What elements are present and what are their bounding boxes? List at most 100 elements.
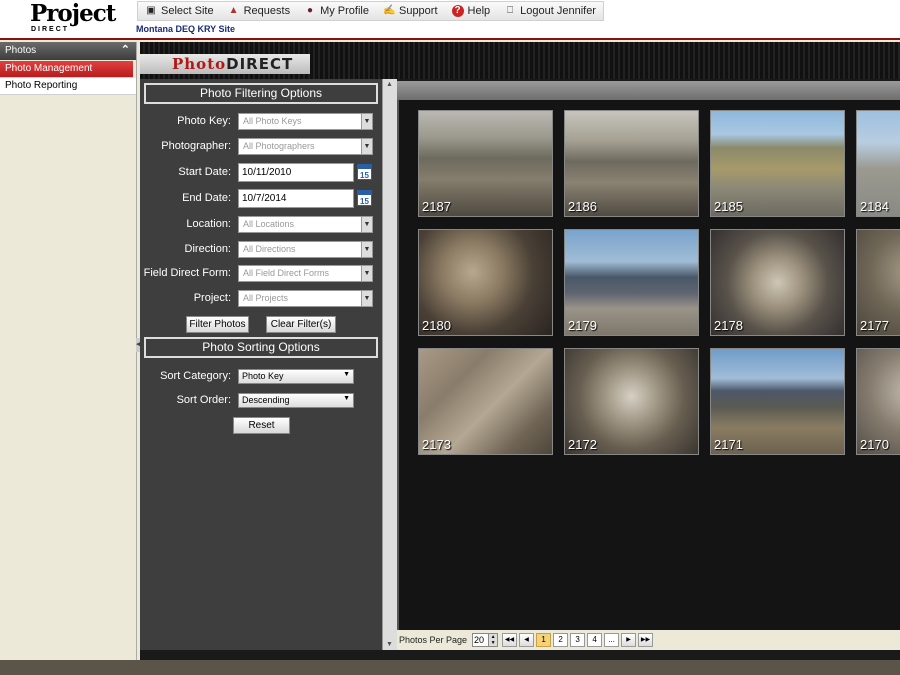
clear-filters-button[interactable]: Clear Filter(s)	[266, 316, 336, 333]
banner-photo-text: Photo	[172, 55, 227, 73]
scroll-down-icon[interactable]: ▼	[386, 641, 393, 648]
user-icon: ●	[307, 5, 314, 16]
last-page-button[interactable]: ▶▶	[638, 633, 654, 647]
next-page-button[interactable]: ▶	[621, 633, 637, 647]
location-label: Location:	[186, 218, 231, 230]
sort-category-label: Sort Category:	[160, 370, 231, 382]
support-icon: ✍	[382, 5, 396, 16]
sort-category-value: Photo Key	[242, 371, 284, 381]
location-select[interactable]: All Locations ▼	[238, 216, 373, 233]
dropdown-arrow-icon[interactable]: ▼	[361, 217, 372, 232]
photo-number: 2171	[714, 437, 743, 452]
photo-thumbnail[interactable]: 2184	[856, 110, 900, 217]
chevron-up-icon[interactable]: ⌃	[121, 43, 130, 56]
photo-key-select[interactable]: All Photo Keys ▼	[238, 113, 373, 130]
filter-photos-button[interactable]: Filter Photos	[186, 316, 249, 333]
sorting-section-title: Photo Sorting Options	[144, 337, 378, 358]
photo-thumbnail[interactable]: 2179	[564, 229, 699, 336]
page-button-more[interactable]: ...	[604, 633, 620, 647]
page-button-2[interactable]: 2	[553, 633, 569, 647]
direction-value: All Directions	[243, 244, 296, 254]
sidebar-item-photo-reporting[interactable]: Photo Reporting	[0, 78, 136, 95]
photographer-label: Photographer:	[161, 140, 231, 152]
prev-page-button[interactable]: ◀	[519, 633, 535, 647]
photo-thumbnail[interactable]: 2172	[564, 348, 699, 455]
page-button-3[interactable]: 3	[570, 633, 586, 647]
photo-number: 2185	[714, 199, 743, 214]
photo-thumbnail[interactable]: 2187	[418, 110, 553, 217]
project-value: All Projects	[243, 293, 289, 303]
calendar-icon[interactable]: 15	[357, 164, 372, 180]
photo-number: 2179	[568, 318, 597, 333]
banner-direct-text: DIRECT	[226, 55, 294, 73]
nav-logout-label: Logout Jennifer	[520, 5, 596, 17]
photo-thumbnail[interactable]: 2178	[710, 229, 845, 336]
photos-per-page-label: Photos Per Page	[399, 635, 468, 645]
photo-number: 2178	[714, 318, 743, 333]
location-value: All Locations	[243, 219, 295, 229]
field-direct-form-select[interactable]: All Field Direct Forms ▼	[238, 265, 373, 282]
footer-strip	[0, 660, 900, 675]
field-direct-form-value: All Field Direct Forms	[243, 268, 330, 278]
dropdown-arrow-icon[interactable]: ▼	[361, 114, 372, 129]
logo-top-text: Project	[30, 0, 116, 27]
pager: Photos Per Page 20 ▲ ▼ ◀◀ ◀ 1 2 3 4 ... ▶…	[397, 630, 900, 650]
start-date-label: Start Date:	[178, 166, 231, 178]
dropdown-arrow-icon[interactable]: ▼	[361, 266, 372, 281]
page-button-1[interactable]: 1	[536, 633, 552, 647]
nav-select-site[interactable]: ▣ Select Site	[138, 2, 221, 20]
dropdown-arrow-icon[interactable]: ▼	[343, 395, 350, 402]
left-sidebar: Photos ⌃ Photo Management Photo Reportin…	[0, 42, 137, 660]
first-page-button[interactable]: ◀◀	[502, 633, 518, 647]
calendar-icon[interactable]: 15	[357, 190, 372, 206]
sort-order-select[interactable]: Descending ▼	[238, 393, 354, 408]
spinner-icon[interactable]: ▲ ▼	[489, 633, 499, 647]
nav-logout[interactable]: ⎕ Logout Jennifer	[497, 2, 603, 20]
logo-bottom-text: DIRECT	[31, 26, 70, 33]
project-label: Project:	[193, 292, 231, 304]
dropdown-arrow-icon[interactable]: ▼	[361, 291, 372, 306]
nav-support-label: Support	[398, 5, 438, 17]
photo-thumbnail[interactable]: 2177	[856, 229, 900, 336]
sort-category-select[interactable]: Photo Key ▼	[238, 369, 354, 384]
app-header: Project DIRECT ▣ Select Site ▲ Requests …	[0, 0, 900, 40]
photo-thumbnail[interactable]: 2173	[418, 348, 553, 455]
project-select[interactable]: All Projects ▼	[238, 290, 373, 307]
nav-support[interactable]: ✍ Support	[376, 2, 445, 20]
nav-requests[interactable]: ▲ Requests	[221, 2, 297, 20]
page-button-4[interactable]: 4	[587, 633, 603, 647]
sidebar-item-photo-management[interactable]: Photo Management	[0, 61, 133, 78]
start-date-input[interactable]: 10/11/2010	[238, 163, 354, 182]
photo-number: 2184	[860, 199, 889, 214]
direction-select[interactable]: All Directions ▼	[238, 241, 373, 258]
photo-thumbnail[interactable]: 2170	[856, 348, 900, 455]
photos-per-page-input[interactable]: 20	[472, 633, 490, 647]
filter-section-title: Photo Filtering Options	[144, 83, 378, 104]
reset-button[interactable]: Reset	[233, 417, 290, 434]
photo-thumbnail[interactable]: 2186	[564, 110, 699, 217]
photo-number: 2177	[860, 318, 889, 333]
nav-my-profile[interactable]: ● My Profile	[297, 2, 376, 20]
photo-thumbnail[interactable]: 2171	[710, 348, 845, 455]
photo-thumbnail[interactable]: 2180	[418, 229, 553, 336]
nav-select-site-label: Select Site	[161, 5, 214, 17]
project-direct-logo[interactable]: Project DIRECT	[30, 0, 116, 36]
main-area: PhotoDIRECT Photo Filtering Options Phot…	[140, 42, 900, 660]
photodirect-banner: PhotoDIRECT	[140, 42, 900, 79]
site-name: Montana DEQ KRY Site	[136, 24, 236, 34]
nav-help[interactable]: ? Help	[445, 2, 498, 20]
nav-help-label: Help	[467, 5, 491, 17]
scroll-up-icon[interactable]: ▲	[386, 81, 393, 88]
photodirect-logo: PhotoDIRECT	[140, 54, 310, 74]
dropdown-arrow-icon[interactable]: ▼	[361, 242, 372, 257]
panel-scrollbar[interactable]: ▲ ▼	[382, 79, 397, 650]
end-date-label: End Date:	[182, 192, 231, 204]
photo-thumbnail[interactable]: 2185	[710, 110, 845, 217]
sidebar-header[interactable]: Photos ⌃	[0, 42, 136, 60]
photo-key-value: All Photo Keys	[243, 116, 302, 126]
dropdown-arrow-icon[interactable]: ▼	[343, 371, 350, 378]
photographer-select[interactable]: All Photographers ▼	[238, 138, 373, 155]
photo-gallery: 2187 2186 2185 2184 2180 2179 2178 2177 …	[397, 100, 900, 630]
end-date-input[interactable]: 10/7/2014	[238, 189, 354, 208]
dropdown-arrow-icon[interactable]: ▼	[361, 139, 372, 154]
